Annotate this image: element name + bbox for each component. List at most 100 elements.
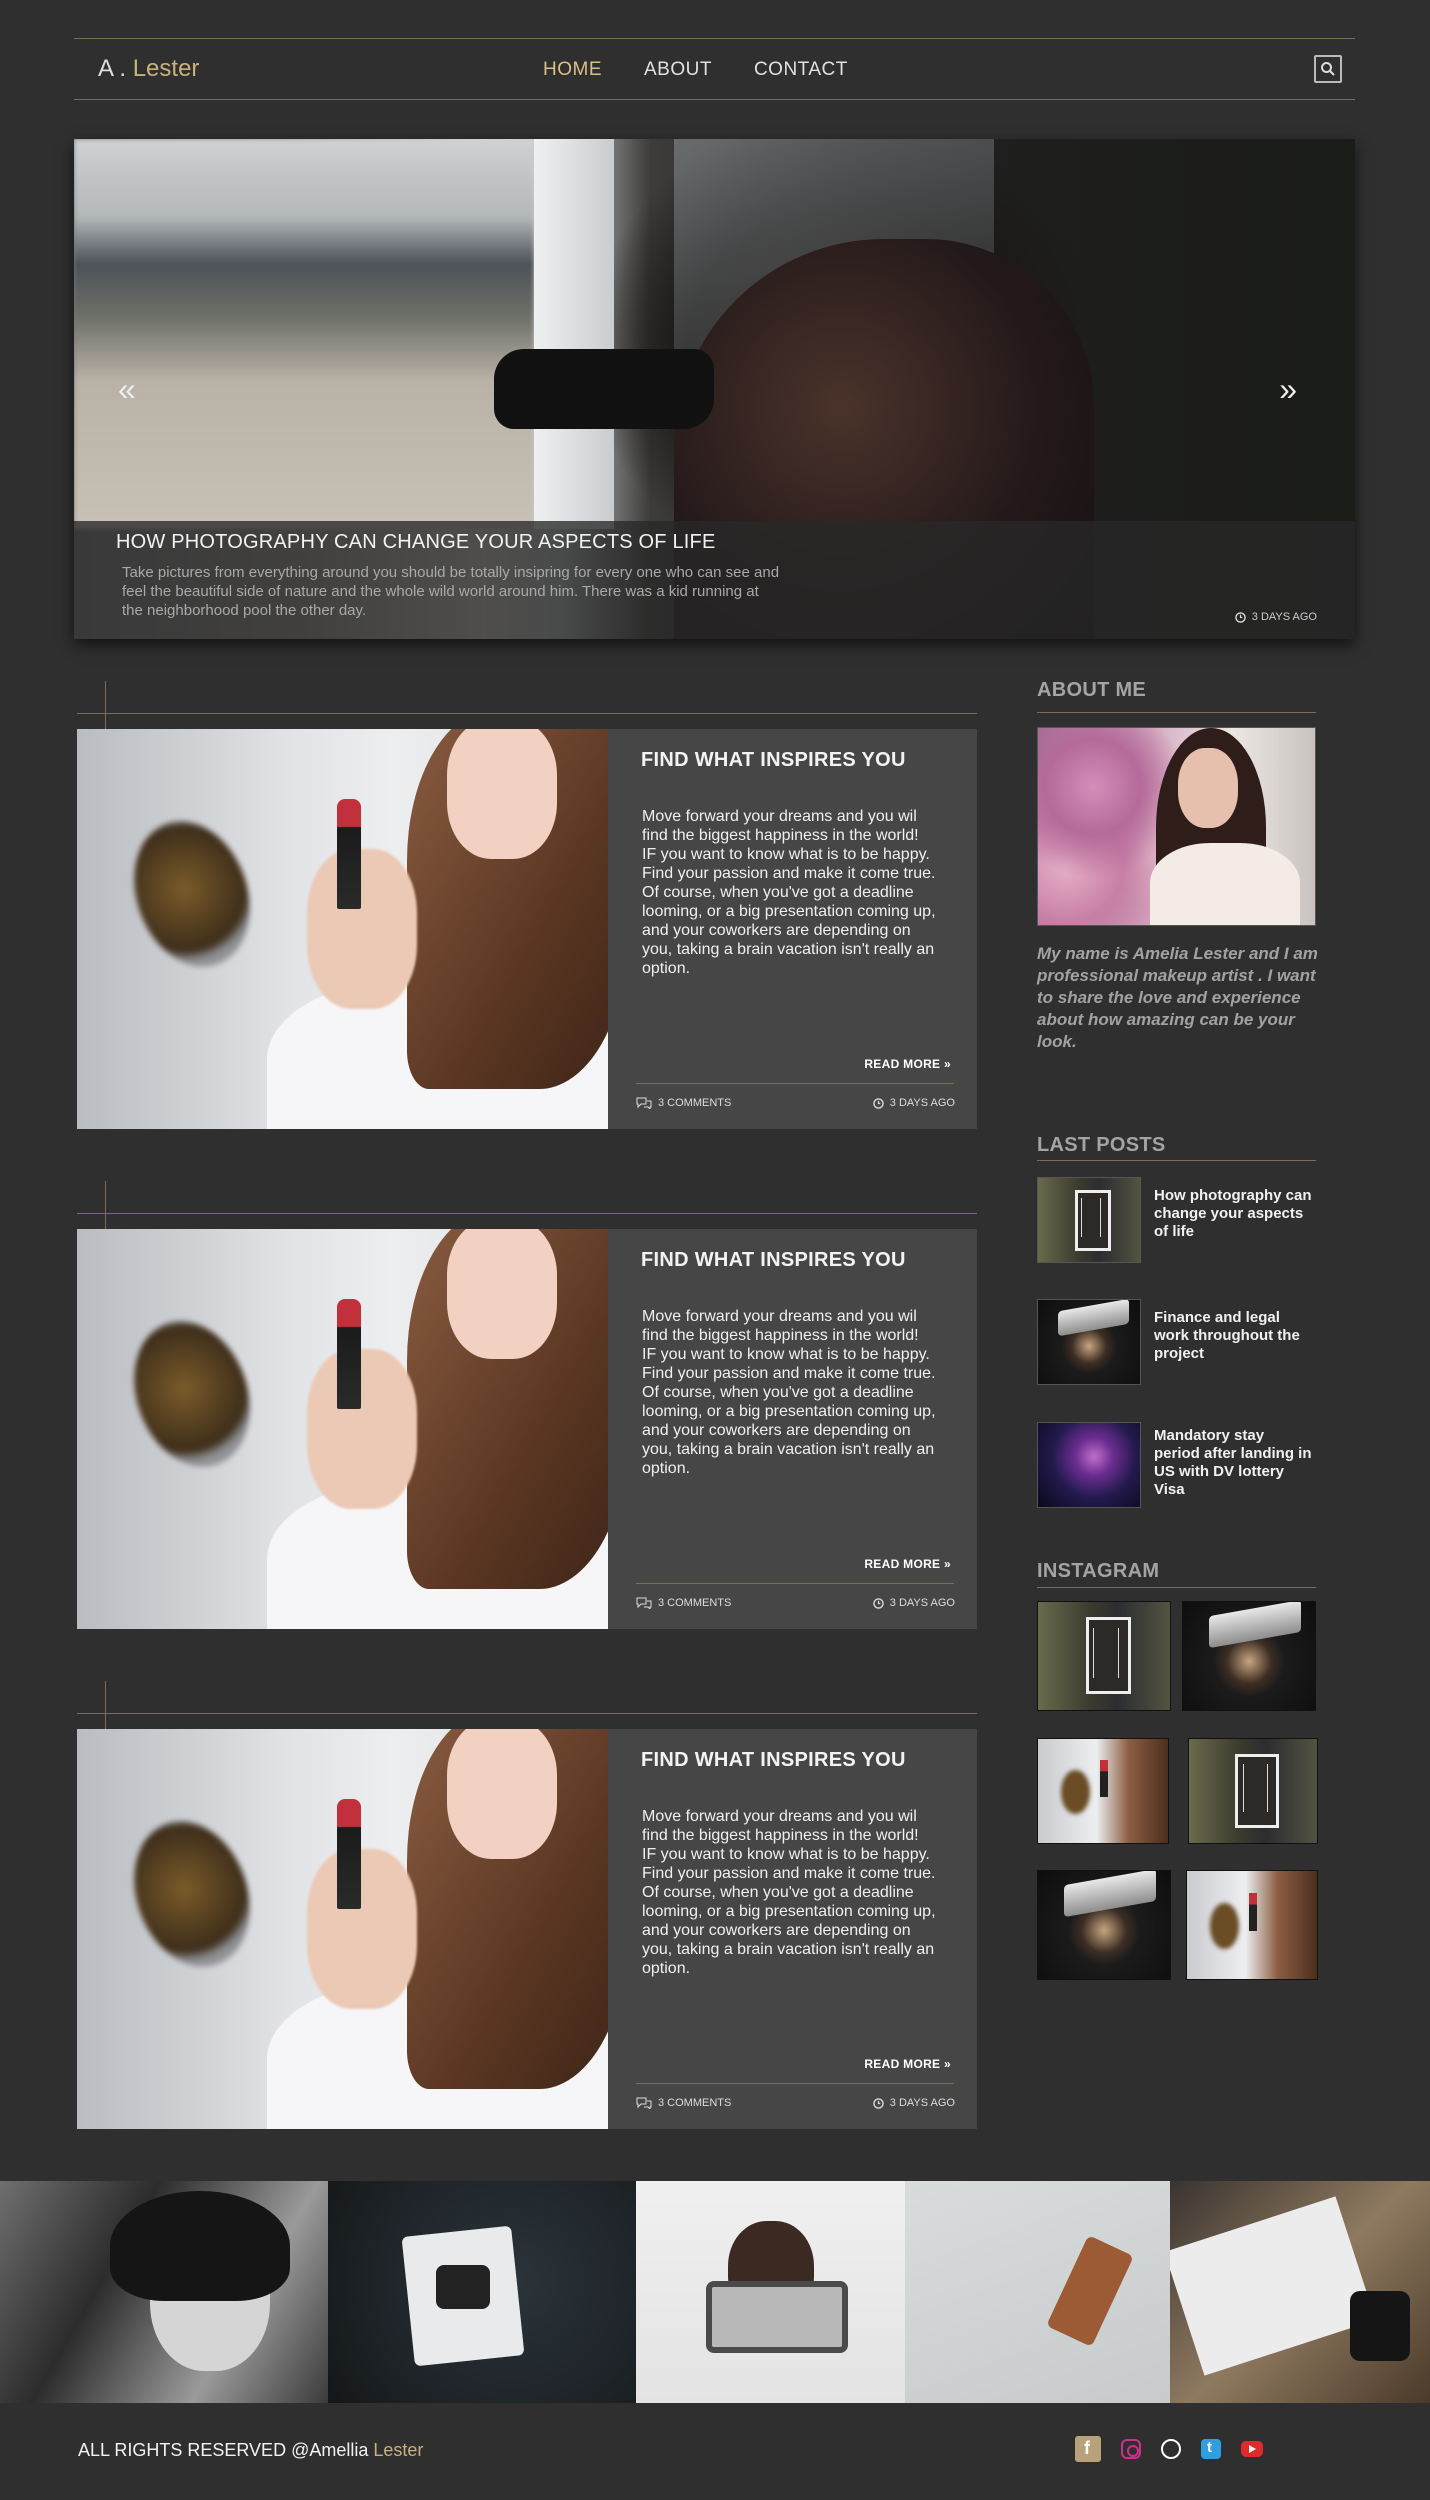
hero-caption: HOW PHOTOGRAPHY CAN CHANGE YOUR ASPECTS … <box>74 521 1355 639</box>
post-date: 3 DAYS AGO <box>873 1597 955 1609</box>
instagram-photo[interactable] <box>1037 1601 1171 1711</box>
post-image[interactable] <box>77 1729 608 2129</box>
last-post-thumbnail <box>1037 1422 1141 1508</box>
clock-icon <box>873 1097 884 1109</box>
hero-title[interactable]: HOW PHOTOGRAPHY CAN CHANGE YOUR ASPECTS … <box>116 531 716 554</box>
comments-count: 3 COMMENTS <box>658 1597 732 1609</box>
search-icon <box>1321 62 1335 76</box>
last-post-thumbnail <box>1037 1299 1141 1385</box>
last-post-item[interactable]: Mandatory stay period after landing in U… <box>1037 1422 1327 1512</box>
gallery-photo[interactable] <box>636 2181 905 2403</box>
gallery-photo[interactable] <box>0 2181 328 2403</box>
chevron-right-icon: » <box>944 1057 951 1071</box>
dribbble-icon[interactable] <box>1161 2439 1181 2459</box>
blog-post: FIND WHAT INSPIRES YOU Move forward your… <box>77 1681 977 2129</box>
read-more-link[interactable]: READ MORE » <box>864 1557 951 1571</box>
last-post-title: Mandatory stay period after landing in U… <box>1154 1427 1312 1498</box>
instagram-photo[interactable] <box>1186 1870 1318 1980</box>
nav-item-about[interactable]: ABOUT <box>644 59 712 81</box>
instagram-photo[interactable] <box>1037 1738 1169 1844</box>
twitter-icon[interactable] <box>1201 2439 1221 2459</box>
footer-gallery <box>0 2181 1430 2403</box>
site-logo[interactable]: A . Lester <box>98 55 199 83</box>
nav-item-home[interactable]: HOME <box>543 59 602 81</box>
read-more-label: READ MORE <box>864 2057 941 2071</box>
chevron-right-icon: » <box>944 2057 951 2071</box>
gallery-photo[interactable] <box>1170 2181 1430 2403</box>
instagram-icon[interactable] <box>1121 2439 1141 2459</box>
gallery-photo[interactable] <box>905 2181 1170 2403</box>
post-title[interactable]: FIND WHAT INSPIRES YOU <box>641 749 906 772</box>
post-body: Move forward your dreams and you wil fin… <box>642 808 936 977</box>
post-body: Move forward your dreams and you wil fin… <box>642 1808 936 1977</box>
instagram-heading: INSTAGRAM <box>1037 1560 1160 1582</box>
clock-icon <box>873 2097 884 2109</box>
blog-post: FIND WHAT INSPIRES YOU Move forward your… <box>77 681 977 1129</box>
about-me-heading: ABOUT ME <box>1037 679 1147 701</box>
instagram-photo[interactable] <box>1037 1870 1171 1980</box>
facebook-icon[interactable] <box>1075 2436 1101 2462</box>
last-post-title: How photography can change your aspects … <box>1154 1187 1312 1240</box>
divider <box>77 1213 977 1214</box>
post-date: 3 DAYS AGO <box>873 1097 955 1109</box>
slider-next-icon[interactable]: » <box>1279 371 1297 408</box>
comments-icon <box>636 2097 652 2109</box>
youtube-icon[interactable] <box>1241 2441 1263 2457</box>
instagram-photo[interactable] <box>1182 1601 1316 1711</box>
last-posts-heading: LAST POSTS <box>1037 1134 1166 1156</box>
instagram-photo[interactable] <box>1188 1738 1318 1844</box>
copyright-name: Lester <box>373 2440 424 2460</box>
last-post-title: Finance and legal work throughout the pr… <box>1154 1309 1300 1362</box>
author-photo <box>1037 727 1316 926</box>
divider <box>636 2083 954 2084</box>
post-title[interactable]: FIND WHAT INSPIRES YOU <box>641 1749 906 1772</box>
date-label: 3 DAYS AGO <box>889 2097 955 2109</box>
copyright-text: ALL RIGHTS RESERVED @Amellia <box>78 2440 369 2460</box>
read-more-label: READ MORE <box>864 1557 941 1571</box>
comments-count: 3 COMMENTS <box>658 2097 732 2109</box>
post-comments[interactable]: 3 COMMENTS <box>636 1097 731 1109</box>
search-button[interactable] <box>1314 55 1342 83</box>
logo-name: Lester <box>132 55 200 82</box>
hero-slider: « » HOW PHOTOGRAPHY CAN CHANGE YOUR ASPE… <box>74 139 1355 639</box>
divider <box>1037 1160 1316 1161</box>
slider-prev-icon[interactable]: « <box>118 371 136 408</box>
post-date: 3 DAYS AGO <box>873 2097 955 2109</box>
post-image[interactable] <box>77 729 608 1129</box>
read-more-label: READ MORE <box>864 1057 941 1071</box>
logo-initial: A . <box>98 55 127 82</box>
copyright: ALL RIGHTS RESERVED @Amellia Lester <box>78 2440 423 2461</box>
last-post-item[interactable]: Finance and legal work throughout the pr… <box>1037 1299 1327 1389</box>
main-menu: HOME ABOUT CONTACT <box>543 59 848 81</box>
post-card: FIND WHAT INSPIRES YOU Move forward your… <box>608 729 977 1129</box>
divider <box>77 713 977 714</box>
date-label: 3 DAYS AGO <box>889 1097 955 1109</box>
clock-icon <box>873 1597 884 1609</box>
hero-date-label: 3 DAYS AGO <box>1251 611 1317 623</box>
chevron-right-icon: » <box>944 1557 951 1571</box>
post-comments[interactable]: 3 COMMENTS <box>636 2097 731 2109</box>
post-card: FIND WHAT INSPIRES YOU Move forward your… <box>608 1229 977 1629</box>
read-more-link[interactable]: READ MORE » <box>864 1057 951 1071</box>
blog-post: FIND WHAT INSPIRES YOU Move forward your… <box>77 1181 977 1629</box>
hero-date: 3 DAYS AGO <box>1235 611 1317 623</box>
gallery-photo[interactable] <box>328 2181 636 2403</box>
post-image[interactable] <box>77 1229 608 1629</box>
post-comments[interactable]: 3 COMMENTS <box>636 1597 731 1609</box>
post-title[interactable]: FIND WHAT INSPIRES YOU <box>641 1249 906 1272</box>
nav-item-contact[interactable]: CONTACT <box>754 59 848 81</box>
hero-image <box>74 139 534 529</box>
date-label: 3 DAYS AGO <box>889 1597 955 1609</box>
comments-icon <box>636 1597 652 1609</box>
divider <box>1037 712 1316 713</box>
comments-icon <box>636 1097 652 1109</box>
read-more-link[interactable]: READ MORE » <box>864 2057 951 2071</box>
last-post-item[interactable]: How photography can change your aspects … <box>1037 1177 1327 1267</box>
divider <box>636 1583 954 1584</box>
last-post-thumbnail <box>1037 1177 1141 1263</box>
post-card: FIND WHAT INSPIRES YOU Move forward your… <box>608 1729 977 2129</box>
clock-icon <box>1235 611 1246 623</box>
post-body: Move forward your dreams and you wil fin… <box>642 1308 936 1477</box>
about-me-text: My name is Amelia Lester and I am profes… <box>1037 944 1318 1051</box>
divider <box>77 1713 977 1714</box>
